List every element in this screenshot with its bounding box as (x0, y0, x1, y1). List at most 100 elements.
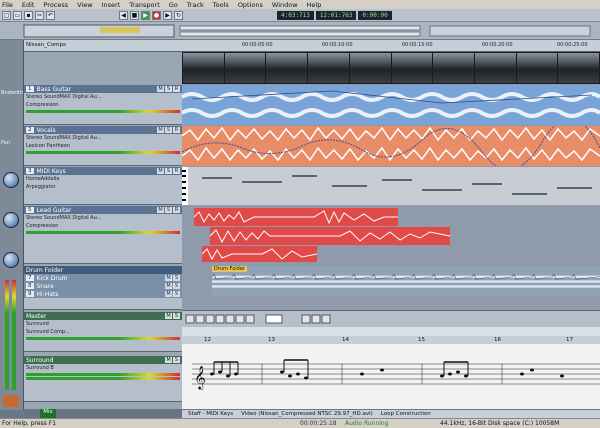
track-number: 7 (26, 275, 34, 281)
staff-view[interactable]: 12 13 14 15 16 17 𝄞 (182, 336, 600, 409)
menu-insert[interactable]: Insert (102, 1, 121, 9)
new-icon[interactable]: □ (2, 10, 11, 20)
track-name[interactable]: Master (26, 313, 162, 320)
open-icon[interactable]: ▭ (13, 10, 22, 20)
solo-button[interactable]: S (165, 168, 172, 174)
gain-knob[interactable] (3, 172, 19, 188)
track-name[interactable]: Kick Drum (37, 275, 163, 282)
track-vocals[interactable]: 2 Vocals M S R Stereo SoundMAX Digital Au...… (24, 126, 182, 166)
mute-button[interactable]: M (165, 357, 172, 363)
solo-button[interactable]: S (165, 86, 172, 92)
fast-forward-icon[interactable]: ▶ (163, 10, 172, 20)
track-name[interactable]: Lead Guitar (37, 207, 155, 214)
track-name[interactable]: Surround (26, 357, 162, 364)
pan-knob[interactable] (3, 212, 19, 228)
menu-options[interactable]: Options (238, 1, 263, 9)
track-name[interactable]: Snare (37, 283, 163, 290)
time-ruler[interactable]: 00:00:05:00 00:00:10:00 00:00:15:00 00:0… (182, 40, 600, 52)
volume-knob[interactable] (3, 252, 19, 268)
save-icon[interactable]: ▪ (24, 10, 33, 20)
menu-tools[interactable]: Tools (213, 1, 229, 9)
play-icon[interactable]: ▶ (141, 10, 150, 20)
mute-button[interactable]: M (165, 313, 172, 319)
menu-go[interactable]: Go (169, 1, 178, 9)
solo-button[interactable]: S (165, 127, 172, 133)
solo-button[interactable]: S (173, 283, 180, 289)
menu-track[interactable]: Track (187, 1, 204, 9)
track-surround[interactable]: Surround M S Surround B (24, 356, 182, 402)
track-name[interactable]: Drum Folder (26, 267, 182, 274)
menu-process[interactable]: Process (43, 1, 68, 9)
lead-guitar-waveform (210, 229, 450, 244)
solo-button[interactable]: S (173, 275, 180, 281)
tab-mix[interactable]: Mix (40, 409, 56, 418)
solo-button[interactable]: S (173, 291, 180, 297)
vocals-clip[interactable] (182, 126, 600, 166)
midi-keys-clip[interactable] (182, 167, 600, 205)
mute-button[interactable]: M (157, 86, 164, 92)
staff-tools[interactable] (182, 311, 600, 337)
undo-icon[interactable]: ↶ (46, 10, 55, 20)
menu-file[interactable]: File (2, 1, 13, 9)
track-output[interactable]: Surround B (24, 364, 182, 372)
solo-button[interactable]: S (165, 207, 172, 213)
track-midi-keys[interactable]: 3 MIDI Keys M S R HomeAddelia Arpeggiator (24, 167, 182, 205)
track-name[interactable]: Bass Guitar (37, 86, 155, 93)
cut-icon[interactable]: ✂ (35, 10, 44, 20)
track-output[interactable]: Stereo SoundMAX Digital Au... (24, 214, 182, 222)
menu-view[interactable]: View (77, 1, 92, 9)
track-output[interactable]: Surround (24, 320, 182, 328)
mute-button[interactable]: M (157, 207, 164, 213)
tab-loop-construction[interactable]: Loop Construction (381, 411, 431, 417)
track-lead-guitar[interactable]: 5 Lead Guitar M S R Stereo SoundMAX Digital … (24, 206, 182, 264)
track-bass-guitar[interactable]: 1 Bass Guitar M S R Stereo SoundMAX Digital … (24, 85, 182, 125)
menu-help[interactable]: Help (307, 1, 322, 9)
solo-button[interactable]: S (173, 313, 180, 319)
record-arm-button[interactable]: R (173, 127, 180, 133)
track-name[interactable]: MIDI Keys (37, 168, 155, 175)
mute-button[interactable]: M (165, 291, 172, 297)
track-fx[interactable]: Arpeggiator (24, 183, 182, 191)
tab-staff[interactable]: Staff - MIDI Keys (188, 411, 233, 417)
track-output[interactable]: Stereo SoundMAX Digital Au... (24, 93, 182, 101)
track-name[interactable]: Vocals (37, 127, 155, 134)
track-name[interactable]: Hi-Hats (37, 291, 163, 298)
track-meter (26, 377, 180, 380)
lead-guitar-clip[interactable] (194, 208, 398, 226)
video-thumbnail-track[interactable] (182, 52, 600, 84)
track-fx[interactable]: Compression (24, 101, 182, 109)
track-fx[interactable]: Compression (24, 222, 182, 230)
loop-icon[interactable]: ↻ (174, 10, 183, 20)
menu-transport[interactable]: Transport (129, 1, 160, 9)
record-arm-button[interactable]: R (173, 86, 180, 92)
track-output[interactable]: Stereo SoundMAX Digital Au... (24, 134, 182, 142)
record-arm-button[interactable]: R (173, 207, 180, 213)
bass-waveform (182, 90, 600, 118)
time-display-now: 4:03:713 (277, 10, 314, 20)
menu-edit[interactable]: Edit (22, 1, 35, 9)
track-master[interactable]: Master M S Surround Surround Comp... (24, 312, 182, 352)
mute-button[interactable]: M (157, 127, 164, 133)
solo-button[interactable]: S (173, 357, 180, 363)
lead-guitar-clip[interactable] (202, 246, 317, 262)
navigator-strip[interactable] (0, 22, 600, 40)
record-arm-button[interactable]: R (173, 168, 180, 174)
track-fx[interactable]: Surround Comp... (24, 328, 182, 336)
track-fx[interactable]: Lexicon Pantheon (24, 142, 182, 150)
menu-window[interactable]: Window (272, 1, 298, 9)
lead-guitar-clip[interactable] (210, 227, 450, 245)
clips-pane[interactable]: 00:00:05:00 00:00:10:00 00:00:15:00 00:0… (182, 40, 600, 310)
mute-button[interactable]: M (157, 168, 164, 174)
track-drum-folder[interactable]: Drum Folder 7 Kick Drum M S 8 Snare M S 9 Hi-Ha… (24, 266, 182, 310)
track-number: 3 (26, 168, 34, 174)
tab-video[interactable]: Video (Nissan_Compressed NTSC 29.97_HD.a… (241, 411, 373, 417)
status-running: Audio Running (345, 420, 389, 427)
stop-icon[interactable]: ■ (130, 10, 139, 20)
record-icon[interactable]: ● (152, 10, 161, 20)
mute-button[interactable]: M (165, 283, 172, 289)
drum-folder-clip[interactable]: Drum Folder (212, 266, 600, 296)
mute-button[interactable]: M (165, 275, 172, 281)
bass-guitar-clip[interactable] (182, 85, 600, 125)
track-output[interactable]: HomeAddelia (24, 175, 182, 183)
rewind-icon[interactable]: ◀ (119, 10, 128, 20)
